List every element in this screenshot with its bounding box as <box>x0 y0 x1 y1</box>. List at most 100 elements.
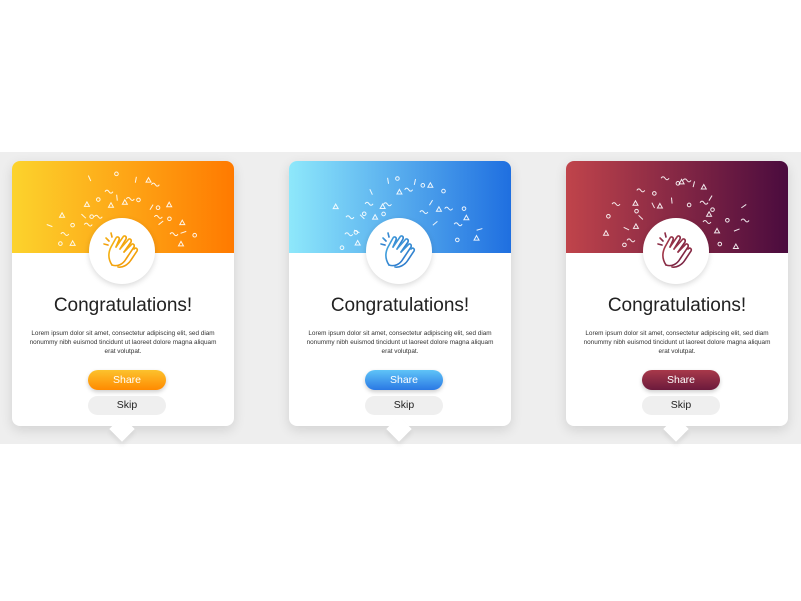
confetti-piece <box>83 200 91 207</box>
confetti-piece <box>383 202 392 207</box>
confetti-piece <box>387 177 390 184</box>
clapping-hands-icon <box>103 232 139 268</box>
confetti-piece <box>70 222 75 228</box>
confetti-piece <box>708 195 713 201</box>
confetti-piece <box>153 214 163 219</box>
confetti-piece <box>444 206 454 211</box>
confetti-piece <box>150 182 160 187</box>
confetti-piece <box>149 204 154 210</box>
confetti-piece <box>632 222 640 229</box>
confetti-piece <box>369 189 373 195</box>
confetti-piece <box>107 201 115 208</box>
confetti-piece <box>435 205 443 212</box>
confetti-piece <box>632 199 639 206</box>
confetti-piece <box>60 232 70 236</box>
icon-badge <box>89 218 155 284</box>
confetti-piece <box>58 211 66 218</box>
confetti-piece <box>69 239 77 246</box>
confetti-piece <box>420 183 426 188</box>
confetti-piece <box>58 241 63 246</box>
icon-badge <box>366 218 432 284</box>
confetti-piece <box>121 198 129 205</box>
confetti-piece <box>167 216 172 222</box>
share-button[interactable]: Share <box>642 370 720 390</box>
confetti-piece <box>364 201 374 206</box>
share-button[interactable]: Share <box>365 370 443 390</box>
confetti-piece <box>441 188 446 194</box>
confetti-piece <box>733 228 740 232</box>
confetti-piece <box>651 202 656 209</box>
confetti-piece <box>46 224 53 228</box>
confetti-piece <box>332 203 340 210</box>
confetti-piece <box>429 199 434 206</box>
confetti-piece <box>95 197 101 202</box>
clapping-hands-icon <box>380 232 416 268</box>
congrats-card-burgundy: Congratulations! Lorem ipsum dolor sit a… <box>566 161 788 442</box>
confetti-piece <box>606 213 611 219</box>
confetti-piece <box>473 234 480 241</box>
confetti-piece <box>177 240 185 247</box>
confetti-piece <box>93 214 103 219</box>
confetti-piece <box>158 220 164 226</box>
confetti-piece <box>660 176 670 181</box>
confetti-piece <box>371 213 379 220</box>
card-title: Congratulations! <box>607 295 747 316</box>
confetti-piece <box>89 214 94 219</box>
confetti-piece <box>155 205 161 210</box>
confetti-piece <box>345 215 355 220</box>
confetti-piece <box>717 241 723 247</box>
confetti-piece <box>413 178 417 186</box>
confetti-piece <box>741 204 747 209</box>
confetti-piece <box>636 188 646 193</box>
confetti-piece <box>710 207 715 212</box>
confetti-piece <box>83 222 93 227</box>
card-body-text: Lorem ipsum dolor sit amet, consectetur … <box>583 330 771 355</box>
card-body-text: Lorem ipsum dolor sit amet, consectetur … <box>29 330 217 355</box>
confetti-piece <box>379 202 386 210</box>
confetti-piece <box>455 237 460 243</box>
confetti-piece <box>354 239 362 246</box>
confetti-piece <box>395 176 400 181</box>
confetti-piece <box>344 232 354 237</box>
confetti-piece <box>692 181 696 188</box>
confetti-piece <box>404 187 414 192</box>
confetti-piece <box>114 171 119 177</box>
skip-button[interactable]: Skip <box>642 396 720 415</box>
confetti-piece <box>699 200 709 205</box>
confetti-piece <box>426 181 434 188</box>
confetti-piece <box>136 197 141 203</box>
confetti-piece <box>87 175 92 182</box>
confetti-piece <box>180 230 187 234</box>
confetti-piece <box>602 229 610 236</box>
congrats-card-blue: Congratulations! Lorem ipsum dolor sit a… <box>289 161 511 442</box>
confetti-piece <box>702 219 712 224</box>
confetti-piece <box>169 232 179 237</box>
confetti-piece <box>705 210 713 217</box>
confetti-piece <box>432 220 438 226</box>
share-button[interactable]: Share <box>88 370 166 390</box>
confetti-piece <box>178 219 186 226</box>
confetti-piece <box>476 228 483 231</box>
confetti-piece <box>125 196 135 201</box>
confetti-piece <box>611 202 621 207</box>
confetti-piece <box>339 245 345 251</box>
confetti-piece <box>638 214 644 220</box>
clapping-hands-icon <box>657 232 693 268</box>
confetti-piece <box>740 218 750 223</box>
card-title: Congratulations! <box>330 295 470 316</box>
confetti-piece <box>453 222 463 227</box>
confetti-piece <box>104 189 114 194</box>
confetti-piece <box>165 201 173 208</box>
confetti-piece <box>192 232 197 238</box>
confetti-piece <box>626 238 636 243</box>
confetti-piece <box>419 210 429 215</box>
confetti-piece <box>652 191 657 196</box>
confetti-piece <box>463 214 470 221</box>
card-title: Congratulations! <box>53 295 193 316</box>
skip-button[interactable]: Skip <box>365 396 443 415</box>
congrats-card-yellow: Congratulations! Lorem ipsum dolor sit a… <box>12 161 234 442</box>
confetti-piece <box>670 197 673 204</box>
skip-button[interactable]: Skip <box>88 396 166 415</box>
confetti-piece <box>732 243 740 250</box>
confetti-piece <box>622 242 627 248</box>
